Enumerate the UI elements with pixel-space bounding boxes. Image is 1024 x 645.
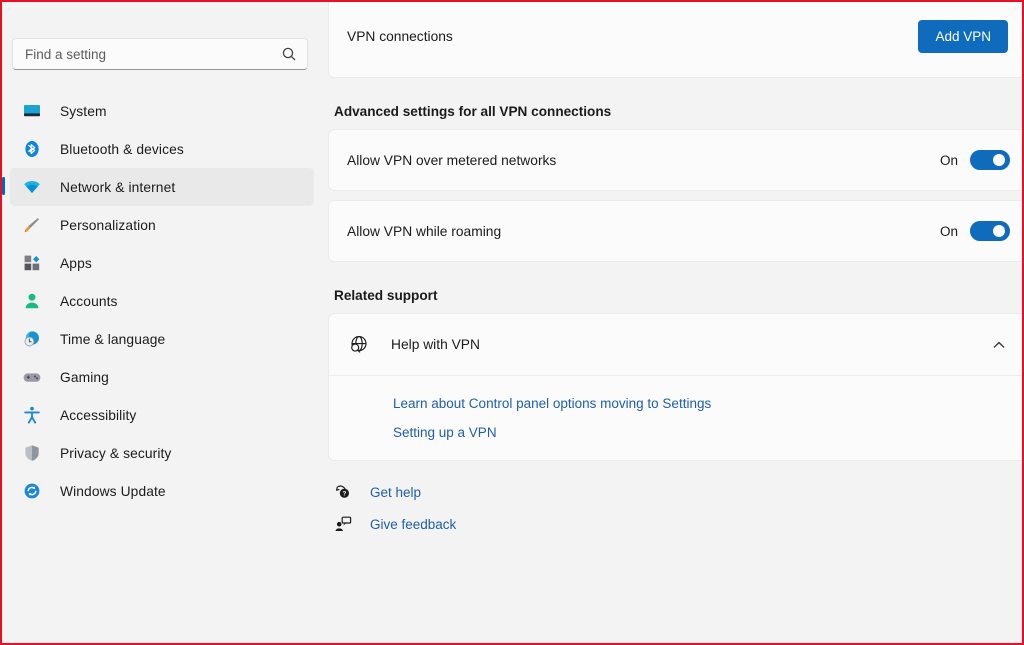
setting-row-allow-vpn-roaming: Allow VPN while roaming On	[328, 200, 1022, 262]
sidebar-item-system[interactable]: System	[10, 92, 314, 130]
sidebar: System Bluetooth & devices Network & int…	[2, 2, 322, 643]
sidebar-nav: System Bluetooth & devices Network & int…	[2, 92, 322, 510]
sidebar-item-label: Personalization	[60, 217, 156, 233]
search-box[interactable]	[12, 38, 308, 70]
footer-link-label: Get help	[370, 484, 422, 500]
footer-links: ? Get help Give feedback	[334, 483, 1022, 533]
add-vpn-button[interactable]: Add VPN	[918, 20, 1008, 53]
person-icon	[22, 291, 42, 311]
sidebar-item-label: Privacy & security	[60, 445, 172, 461]
help-bubble-icon: ?	[334, 483, 352, 501]
toggle-state-label: On	[939, 223, 958, 239]
sidebar-item-label: Accounts	[60, 293, 118, 309]
sidebar-item-label: System	[60, 103, 107, 119]
help-with-vpn-title: Help with VPN	[391, 337, 480, 352]
update-icon	[22, 481, 42, 501]
accessibility-icon	[22, 405, 42, 425]
setting-label: Allow VPN over metered networks	[347, 152, 557, 168]
search-input[interactable]	[25, 46, 281, 62]
allow-vpn-roaming-toggle[interactable]	[970, 221, 1010, 241]
support-link-control-panel[interactable]: Learn about Control panel options moving…	[393, 396, 711, 411]
setting-label: Allow VPN while roaming	[347, 223, 502, 239]
give-feedback-link[interactable]: Give feedback	[334, 515, 456, 533]
advanced-settings-heading: Advanced settings for all VPN connection…	[334, 104, 612, 119]
help-with-vpn-expander[interactable]: Help with VPN	[329, 314, 1022, 376]
monitor-icon	[22, 101, 42, 121]
search-icon	[281, 46, 297, 62]
apps-icon	[22, 253, 42, 273]
feedback-person-icon	[334, 515, 352, 533]
vpn-connections-card: VPN connections Add VPN	[328, 2, 1022, 78]
sidebar-item-privacy-security[interactable]: Privacy & security	[10, 434, 314, 472]
sidebar-item-label: Accessibility	[60, 407, 137, 423]
chevron-up-icon	[992, 338, 1006, 352]
sidebar-item-windows-update[interactable]: Windows Update	[10, 472, 314, 510]
wifi-icon	[22, 177, 42, 197]
sidebar-item-label: Bluetooth & devices	[60, 141, 184, 157]
shield-icon	[22, 443, 42, 463]
paintbrush-icon	[22, 215, 42, 235]
sidebar-item-accounts[interactable]: Accounts	[10, 282, 314, 320]
toggle-state-label: On	[939, 152, 958, 168]
sidebar-item-bluetooth-devices[interactable]: Bluetooth & devices	[10, 130, 314, 168]
sidebar-item-time-language[interactable]: Time & language	[10, 320, 314, 358]
help-with-vpn-links: Learn about Control panel options moving…	[329, 376, 1022, 460]
footer-link-label: Give feedback	[370, 516, 457, 532]
bluetooth-icon	[22, 139, 42, 159]
help-with-vpn-card: Help with VPN Learn about Control panel …	[328, 313, 1022, 461]
clock-globe-icon	[22, 329, 42, 349]
related-support-heading: Related support	[334, 288, 438, 303]
sidebar-item-label: Gaming	[60, 369, 109, 385]
main-content: VPN connections Add VPN Advanced setting…	[322, 2, 1022, 643]
setting-row-allow-vpn-metered: Allow VPN over metered networks On	[328, 129, 1022, 191]
toggle-knob	[993, 154, 1005, 166]
sidebar-item-label: Time & language	[60, 331, 166, 347]
sidebar-item-label: Network & internet	[60, 179, 176, 195]
gamepad-icon	[22, 367, 42, 387]
sidebar-item-network-internet[interactable]: Network & internet	[2, 168, 314, 206]
sidebar-item-accessibility[interactable]: Accessibility	[10, 396, 314, 434]
svg-text:?: ?	[342, 491, 346, 498]
sidebar-item-label: Apps	[60, 255, 92, 271]
sidebar-item-gaming[interactable]: Gaming	[10, 358, 314, 396]
sidebar-item-label: Windows Update	[60, 483, 166, 499]
support-link-setting-up-vpn[interactable]: Setting up a VPN	[393, 425, 497, 440]
sidebar-item-personalization[interactable]: Personalization	[10, 206, 314, 244]
vpn-connections-title: VPN connections	[347, 29, 453, 44]
toggle-knob	[993, 225, 1005, 237]
globe-search-icon	[347, 334, 369, 356]
allow-vpn-metered-toggle[interactable]	[970, 150, 1010, 170]
sidebar-item-apps[interactable]: Apps	[10, 244, 314, 282]
get-help-link[interactable]: ? Get help	[334, 483, 421, 501]
settings-window: System Bluetooth & devices Network & int…	[2, 2, 1022, 643]
